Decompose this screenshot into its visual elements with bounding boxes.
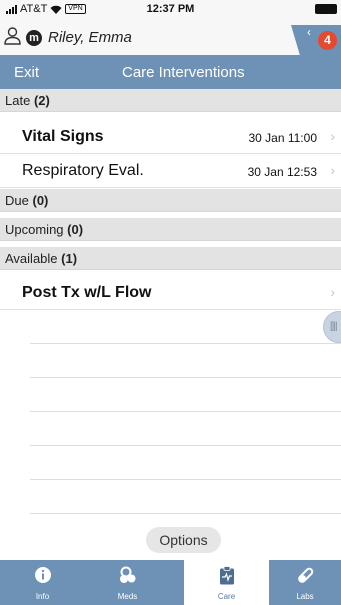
section-late: Late (2) [0, 89, 341, 112]
page-title: Care Interventions [122, 64, 245, 81]
divider [30, 343, 341, 344]
divider [30, 411, 341, 412]
section-count: (2) [33, 93, 50, 108]
patient-initial-badge: m [26, 30, 42, 46]
item-date: 30 Jan 11:00 [248, 131, 317, 145]
status-bar: AT&T VPN 12:37 PM [0, 0, 341, 18]
tab-labs[interactable]: Labs [269, 560, 341, 605]
section-upcoming: Upcoming (0) [0, 218, 341, 241]
section-label: Upcoming [5, 222, 64, 237]
item-name: Respiratory Eval. [22, 162, 144, 179]
section-count: (1) [61, 251, 78, 266]
barcode-icon: [||| [330, 321, 338, 332]
divider [30, 377, 341, 378]
nav-bar: Exit Care Interventions [0, 55, 341, 89]
exit-button[interactable]: Exit [14, 64, 39, 81]
divider [30, 479, 341, 480]
test-tube-icon [298, 567, 314, 583]
chevron-right-icon: › [330, 162, 335, 178]
list-item-respiratory-eval[interactable]: Respiratory Eval. 30 Jan 12:53 › [0, 154, 341, 188]
section-due: Due (0) [0, 189, 341, 212]
item-name: Vital Signs [22, 128, 104, 145]
tab-care[interactable]: Care [184, 560, 269, 605]
list-item-post-tx[interactable]: Post Tx w/L Flow › [0, 276, 341, 310]
item-name: Post Tx w/L Flow [22, 284, 152, 301]
item-date: 30 Jan 12:53 [247, 165, 317, 179]
side-drawer-handle[interactable]: [||| [323, 311, 341, 343]
chevron-right-icon: › [330, 284, 335, 300]
tab-meds[interactable]: Meds [85, 560, 170, 605]
chevron-left-icon: ‹ [307, 25, 311, 39]
patient-name[interactable]: Riley, Emma [48, 29, 132, 46]
alerts-tab[interactable]: ‹ 4 [291, 25, 341, 59]
section-available: Available (1) [0, 247, 341, 270]
options-button[interactable]: Options [146, 527, 221, 553]
clock: 12:37 PM [146, 3, 195, 15]
divider [30, 445, 341, 446]
tab-label: Labs [296, 592, 314, 601]
section-count: (0) [32, 193, 49, 208]
divider [30, 513, 341, 514]
tab-bar: Info Meds Care Labs [0, 560, 341, 605]
battery-icon [315, 4, 337, 14]
section-label: Late [5, 93, 31, 108]
info-icon [34, 567, 51, 583]
alert-count-badge: 4 [318, 31, 337, 50]
clipboard-icon [219, 566, 234, 585]
pills-icon [119, 566, 135, 583]
section-count: (0) [67, 222, 84, 237]
person-icon[interactable] [4, 27, 21, 45]
chevron-right-icon: › [330, 128, 335, 144]
tab-label: Info [35, 592, 50, 601]
tab-label: Care [217, 592, 236, 601]
patient-bar: m Riley, Emma ‹ 4 [0, 18, 341, 59]
tab-label: Meds [117, 592, 138, 601]
section-label: Due [5, 193, 29, 208]
tab-info[interactable]: Info [0, 560, 85, 605]
list-item-vital-signs[interactable]: Vital Signs 30 Jan 11:00 › [0, 120, 341, 154]
section-label: Available [5, 251, 58, 266]
